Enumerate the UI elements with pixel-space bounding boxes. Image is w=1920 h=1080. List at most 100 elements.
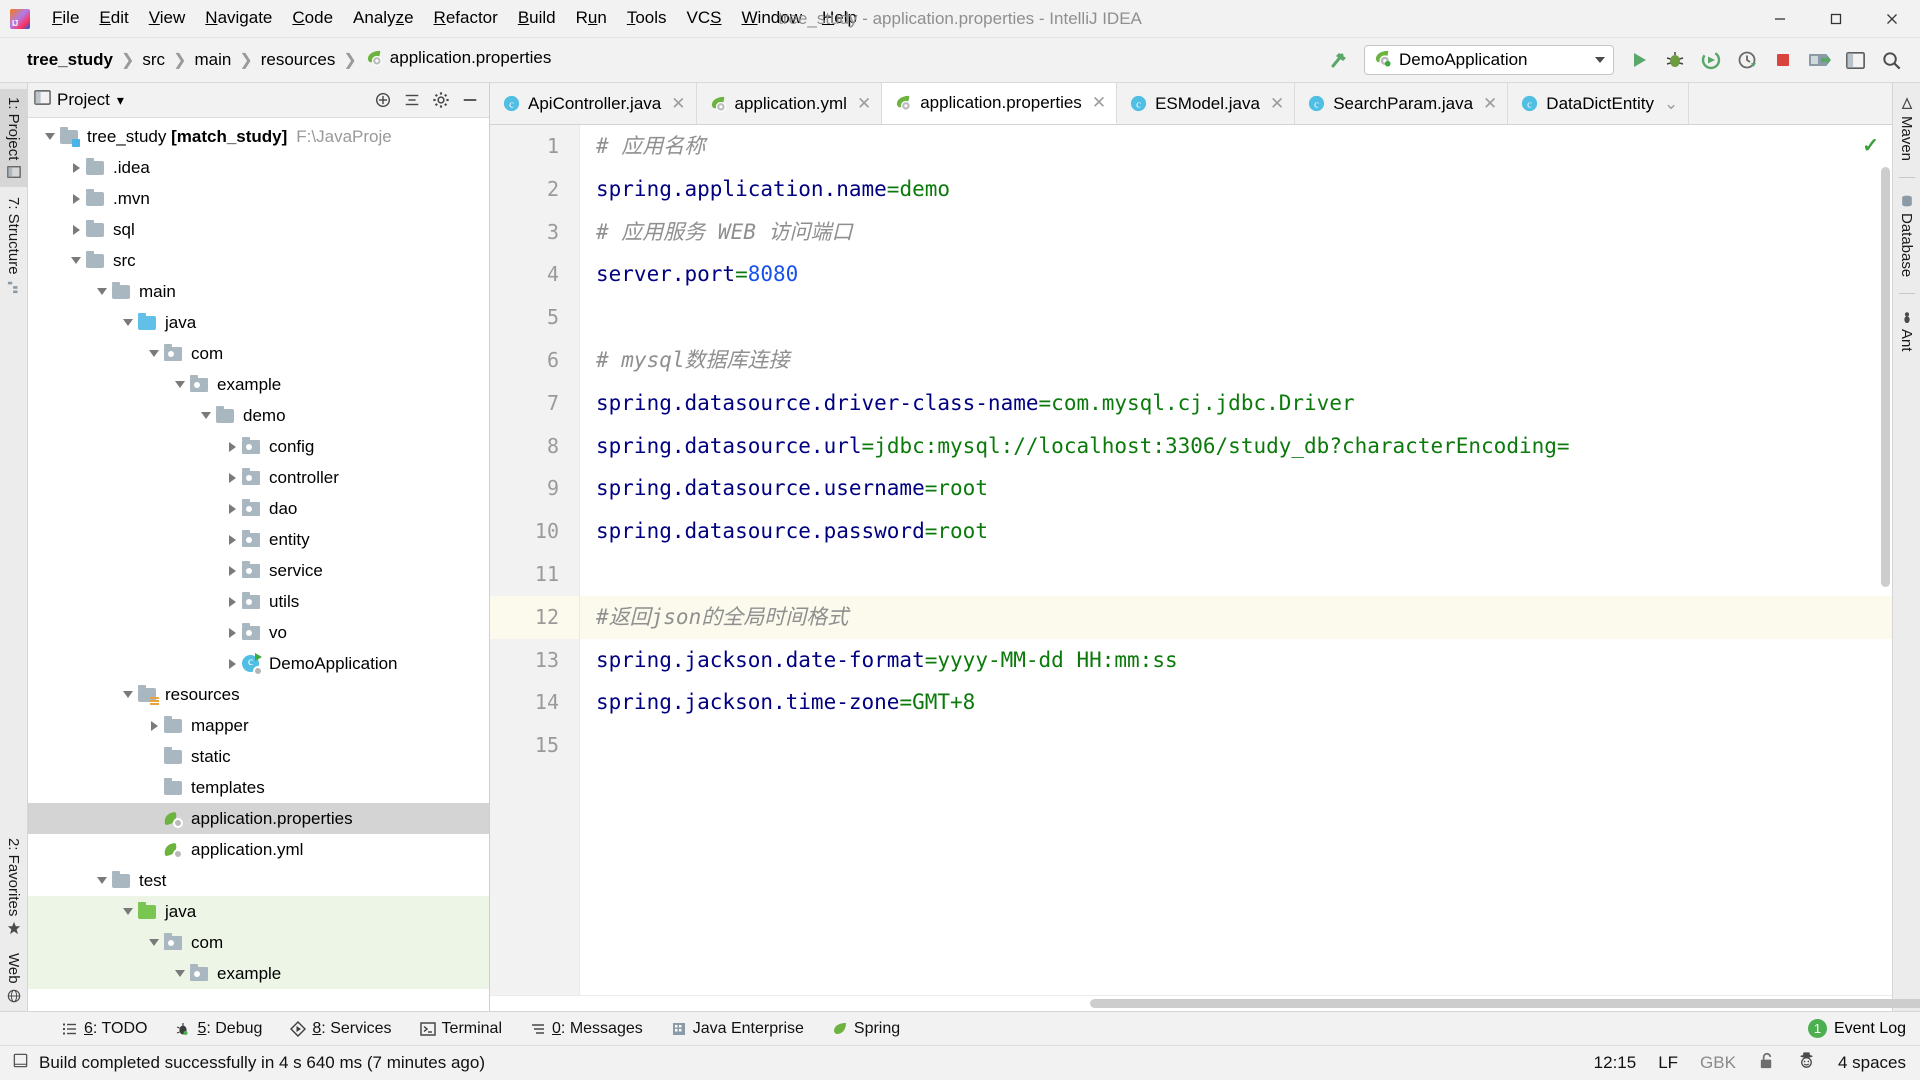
menu-build[interactable]: Build — [508, 5, 566, 31]
tree-node-java[interactable]: java — [28, 896, 489, 927]
line-number[interactable]: 10 — [490, 510, 579, 553]
chevron-down-icon[interactable] — [66, 251, 86, 271]
menu-navigate[interactable]: Navigate — [195, 5, 282, 31]
code-line[interactable]: spring.datasource.url=jdbc:mysql://local… — [580, 425, 1892, 468]
inspection-status-icon[interactable]: ✓ — [1862, 133, 1879, 158]
chevron-right-icon[interactable] — [222, 592, 242, 612]
chevron-right-icon[interactable] — [66, 189, 86, 209]
code-line[interactable]: server.port=8080 — [580, 253, 1892, 296]
right-tool-tab-database[interactable]: Database — [1893, 186, 1920, 285]
run-configuration-selector[interactable]: DemoApplication — [1364, 45, 1614, 75]
line-number[interactable]: 14 — [490, 681, 579, 724]
chevron-down-icon[interactable] — [40, 127, 60, 147]
chevron-right-icon[interactable] — [222, 499, 242, 519]
tree-node-test[interactable]: test — [28, 865, 489, 896]
chevron-right-icon[interactable] — [66, 158, 86, 178]
code-line[interactable]: spring.jackson.time-zone=GMT+8 — [580, 681, 1892, 724]
tree-node-controller[interactable]: controller — [28, 462, 489, 493]
chevron-right-icon[interactable] — [222, 561, 242, 581]
chevron-down-icon[interactable] — [118, 902, 138, 922]
search-icon[interactable] — [1874, 43, 1908, 77]
right-tool-tab-ant[interactable]: Ant — [1893, 302, 1920, 360]
tree-node-vo[interactable]: vo — [28, 617, 489, 648]
close-button[interactable] — [1864, 0, 1920, 38]
tree-node-demoapplication[interactable]: DemoApplication — [28, 648, 489, 679]
menu-analyze[interactable]: Analyze — [343, 5, 424, 31]
code-line[interactable]: spring.application.name=demo — [580, 168, 1892, 211]
chevron-down-icon[interactable] — [170, 375, 190, 395]
expand-all-icon[interactable] — [370, 87, 396, 113]
tool-window-spring[interactable]: Spring — [818, 1016, 914, 1042]
line-number[interactable]: 15 — [490, 724, 579, 767]
tree-node-dao[interactable]: dao — [28, 493, 489, 524]
event-log-button[interactable]: 1 Event Log — [1807, 1019, 1920, 1038]
breadcrumb-item-tree-study[interactable]: tree_study — [22, 48, 118, 72]
collapse-all-icon[interactable] — [399, 87, 425, 113]
editor-horizontal-scrollbar[interactable] — [1090, 999, 1920, 1008]
code-line[interactable]: #返回json的全局时间格式 — [580, 595, 1892, 639]
left-tool-tab-web[interactable]: Web — [0, 945, 27, 1011]
menu-window[interactable]: Window — [732, 5, 812, 31]
chevron-down-icon[interactable] — [92, 282, 112, 302]
right-tool-tab-maven[interactable]: Maven — [1893, 89, 1920, 169]
build-hammer-icon[interactable] — [1322, 43, 1356, 77]
chevron-down-icon[interactable] — [196, 406, 216, 426]
editor-viewport[interactable]: 1 2 3 4 5 6 7 8 9 10 11 12 13 14 15 # 应用名称 spring.appli… — [490, 125, 1892, 995]
editor-tab-searchparam-java[interactable]: c SearchParam.java ✕ — [1295, 83, 1509, 124]
run-icon[interactable] — [1622, 43, 1656, 77]
line-number[interactable]: 4 — [490, 253, 579, 296]
menu-refactor[interactable]: Refactor — [424, 5, 508, 31]
tool-window-0-messages[interactable]: 0: Messages — [516, 1016, 657, 1042]
tool-window-terminal[interactable]: Terminal — [406, 1016, 516, 1042]
stop-icon[interactable] — [1766, 43, 1800, 77]
chevron-right-icon[interactable] — [222, 437, 242, 457]
close-icon[interactable]: ✕ — [671, 94, 685, 114]
tree-node-resources[interactable]: resources — [28, 679, 489, 710]
menu-help[interactable]: Help — [812, 5, 867, 31]
chevron-right-icon[interactable] — [222, 623, 242, 643]
chevron-right-icon[interactable] — [144, 716, 164, 736]
tree-node-java[interactable]: java — [28, 307, 489, 338]
tree-node--idea[interactable]: .idea — [28, 152, 489, 183]
line-number[interactable]: 9 — [490, 467, 579, 510]
chevron-down-icon[interactable] — [170, 964, 190, 984]
tree-node-mapper[interactable]: mapper — [28, 710, 489, 741]
editor-tab-application-yml[interactable]: application.yml ✕ — [696, 83, 883, 124]
tree-node-application-properties[interactable]: application.properties — [28, 803, 489, 834]
run-with-coverage-icon[interactable] — [1694, 43, 1728, 77]
line-number[interactable]: 7 — [490, 382, 579, 425]
editor-tab-application-properties[interactable]: application.properties ✕ — [882, 83, 1118, 124]
tree-node-application-yml[interactable]: application.yml — [28, 834, 489, 865]
code-line[interactable] — [580, 553, 1892, 596]
editor-vertical-scrollbar[interactable] — [1881, 167, 1890, 587]
minimize-button[interactable] — [1752, 0, 1808, 38]
debug-icon[interactable] — [1658, 43, 1692, 77]
line-number[interactable]: 13 — [490, 639, 579, 682]
project-panel-caret[interactable]: ▾ — [117, 92, 124, 109]
left-tool-tab-7-structure[interactable]: 7: Structure — [0, 189, 27, 302]
tool-window-java-enterprise[interactable]: Java Enterprise — [657, 1016, 818, 1042]
hide-panel-icon[interactable] — [457, 87, 483, 113]
tree-node-service[interactable]: service — [28, 555, 489, 586]
tool-window-5-debug[interactable]: 5: Debug — [161, 1016, 276, 1042]
tree-node-sql[interactable]: sql — [28, 214, 489, 245]
code-line[interactable]: # 应用服务 WEB 访问端口 — [580, 211, 1892, 254]
menu-run[interactable]: Run — [566, 5, 617, 31]
project-file-tree[interactable]: tree_study [match_study] F:\JavaProje .ide… — [28, 118, 489, 1011]
tree-node-config[interactable]: config — [28, 431, 489, 462]
line-number[interactable]: 8 — [490, 425, 579, 468]
profiler-icon[interactable] — [1730, 43, 1764, 77]
breadcrumb-item-src[interactable]: src — [137, 48, 170, 72]
file-encoding[interactable]: GBK — [1700, 1053, 1736, 1073]
tree-node-templates[interactable]: templates — [28, 772, 489, 803]
chevron-down-icon[interactable] — [118, 685, 138, 705]
chevron-right-icon[interactable] — [222, 530, 242, 550]
menu-code[interactable]: Code — [282, 5, 343, 31]
tree-node-entity[interactable]: entity — [28, 524, 489, 555]
tree-node-utils[interactable]: utils — [28, 586, 489, 617]
caret-position[interactable]: 12:15 — [1594, 1053, 1637, 1073]
breadcrumb-item-resources[interactable]: resources — [256, 48, 341, 72]
chevron-right-icon[interactable] — [222, 654, 242, 674]
line-number[interactable]: 6 — [490, 339, 579, 382]
code-text-area[interactable]: # 应用名称 spring.application.name=demo # 应用服务… — [580, 125, 1892, 995]
